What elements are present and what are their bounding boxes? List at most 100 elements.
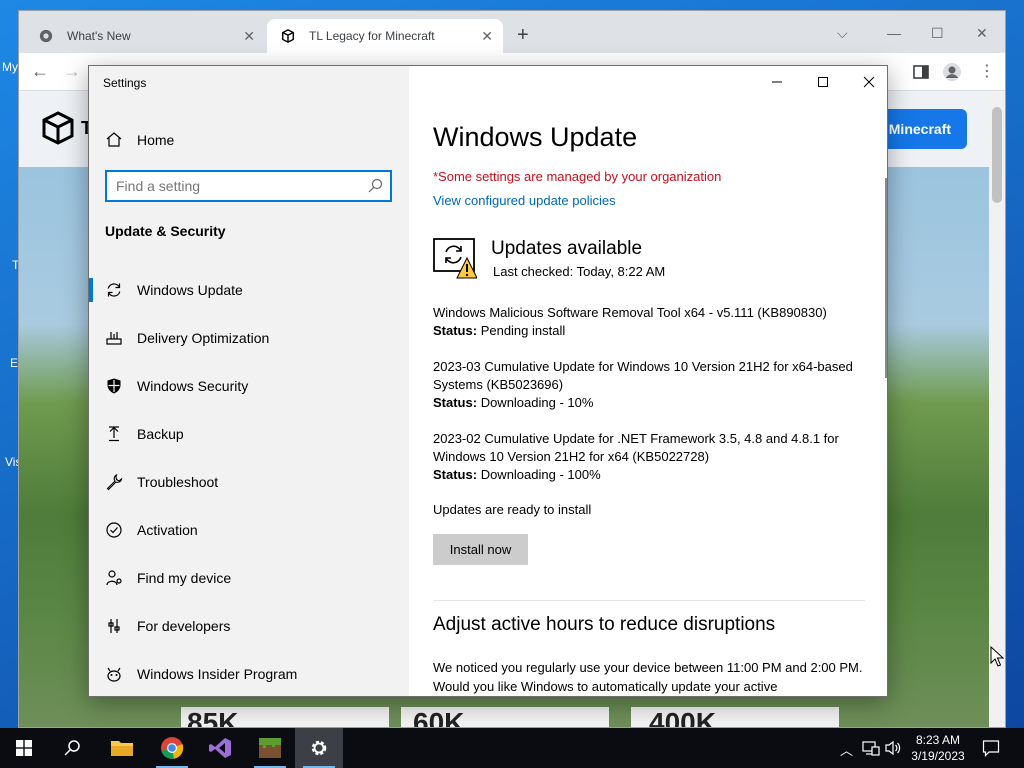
ready-to-install-text: Updates are ready to install: [433, 502, 592, 517]
refresh-icon: [107, 283, 121, 297]
status-label: Status:: [433, 323, 478, 338]
update-item: 2023-03 Cumulative Update for Windows 10…: [433, 358, 853, 412]
sidebar-icon[interactable]: [913, 64, 929, 80]
settings-main-pane: Windows Update *Some settings are manage…: [409, 66, 887, 696]
view-policies-link[interactable]: View configured update policies: [433, 193, 616, 208]
browser-tab-tl-legacy[interactable]: TL Legacy for Minecraft ✕: [267, 19, 503, 53]
stat-value: 60K: [413, 707, 465, 728]
minimize-icon[interactable]: —: [887, 25, 901, 41]
notification-icon[interactable]: [982, 739, 1000, 757]
stat-card: 400K: [631, 707, 839, 728]
update-status: Pending install: [480, 323, 566, 338]
active-hours-title: Adjust active hours to reduce disruption…: [433, 614, 776, 635]
sidebar-item-activation[interactable]: Activation: [105, 520, 395, 544]
update-name: 2023-03 Cumulative Update for Windows 10…: [433, 359, 853, 392]
taskbar-minecraft-launcher[interactable]: [246, 728, 294, 768]
sidebar-item-label: Activation: [137, 522, 198, 538]
scrollbar-thumb[interactable]: [992, 107, 1002, 203]
visual-studio-icon: [209, 738, 231, 758]
home-label: Home: [137, 132, 175, 148]
cube-icon: [282, 29, 294, 43]
taskbar-visual-studio[interactable]: [196, 728, 244, 768]
chrome-icon: [161, 737, 184, 759]
sidebar-item-delivery-optimization[interactable]: Delivery Optimization: [105, 328, 395, 352]
back-icon[interactable]: ←: [31, 61, 49, 82]
status-label: Status:: [433, 467, 478, 482]
update-name: 2023-02 Cumulative Update for .NET Frame…: [433, 431, 839, 464]
sidebar-item-backup[interactable]: Backup: [105, 424, 395, 448]
update-status: Downloading - 10%: [480, 395, 594, 410]
sidebar-item-label: For developers: [137, 618, 231, 634]
developer-icon: [108, 619, 120, 633]
start-button[interactable]: [0, 728, 48, 768]
minimize-icon[interactable]: [765, 74, 789, 90]
sidebar-item-label: Windows Insider Program: [137, 666, 298, 682]
stat-value: 400K: [649, 707, 716, 728]
divider: [433, 600, 865, 601]
more-menu-icon[interactable]: ⋮: [979, 61, 995, 81]
new-tab-icon[interactable]: +: [517, 25, 529, 45]
sidebar-item-for-developers[interactable]: For developers: [105, 616, 395, 640]
grass-block-icon: [259, 738, 281, 758]
taskbar-search-button[interactable]: [48, 728, 96, 768]
section-title: Update & Security: [105, 223, 226, 239]
clock-time: 8:23 AM: [915, 733, 961, 747]
volume-icon[interactable]: [885, 740, 901, 756]
maximize-icon[interactable]: [811, 74, 835, 90]
close-icon[interactable]: ✕: [976, 25, 988, 42]
stat-card: 85K: [181, 707, 389, 728]
desktop-icon-label[interactable]: My: [2, 60, 18, 74]
forward-icon[interactable]: →: [63, 61, 81, 82]
settings-window: Settings Home Update & Security Windows …: [88, 65, 888, 697]
person-pin-icon: [106, 570, 122, 586]
sidebar-item-windows-insider[interactable]: Windows Insider Program: [105, 664, 395, 688]
sidebar-item-troubleshoot[interactable]: Troubleshoot: [105, 472, 395, 496]
update-name: Windows Malicious Software Removal Tool …: [433, 305, 827, 320]
page-scrollbar[interactable]: [989, 91, 1005, 727]
update-item: Windows Malicious Software Removal Tool …: [433, 304, 853, 340]
desktop-icon-label[interactable]: E: [10, 356, 18, 370]
close-icon[interactable]: [857, 74, 881, 90]
last-checked-text: Last checked: Today, 8:22 AM: [493, 264, 666, 279]
chevron-down-icon[interactable]: ⌵: [837, 25, 848, 42]
pane-scrollbar[interactable]: [885, 178, 887, 378]
windows-logo-icon: [16, 740, 32, 756]
browser-tab-whats-new[interactable]: What's New ✕: [25, 19, 265, 53]
sidebar-item-windows-update[interactable]: Windows Update: [89, 278, 395, 304]
page-title: Windows Update: [433, 122, 638, 152]
search-field-container: [105, 170, 392, 202]
taskbar-chrome[interactable]: [148, 728, 196, 768]
insider-icon: [107, 667, 121, 682]
chevron-up-icon[interactable]: ︿: [840, 740, 853, 759]
browser-tabstrip: What's New ✕ TL Legacy for Minecraft ✕ +…: [19, 11, 1005, 53]
sidebar-item-find-my-device[interactable]: Find my device: [105, 568, 395, 592]
sidebar-item-windows-security[interactable]: Windows Security: [105, 376, 395, 400]
chrome-icon: [39, 29, 53, 43]
close-tab-icon[interactable]: ✕: [243, 19, 255, 53]
stat-card: 60K: [401, 707, 609, 728]
taskbar: ︿ 8:23 AM 3/19/2023: [0, 728, 1024, 768]
update-status: Downloading - 100%: [480, 467, 601, 482]
delivery-icon: [106, 332, 122, 345]
mouse-cursor-icon: [990, 646, 1004, 667]
network-icon[interactable]: [862, 740, 880, 756]
update-warning-icon: [433, 238, 477, 279]
install-now-button[interactable]: Install now: [433, 534, 528, 565]
cube-logo-icon[interactable]: [41, 111, 75, 145]
gear-icon: [311, 740, 327, 756]
window-title: Settings: [103, 76, 147, 90]
folder-icon: [111, 741, 133, 756]
maximize-icon[interactable]: ☐: [931, 25, 944, 42]
sidebar-item-label: Delivery Optimization: [137, 330, 270, 346]
profile-icon[interactable]: [942, 62, 962, 82]
search-icon: [368, 178, 383, 193]
check-circle-icon: [106, 522, 122, 538]
taskbar-settings[interactable]: [295, 728, 343, 768]
tab-label: What's New: [67, 29, 131, 43]
close-tab-icon[interactable]: ✕: [481, 19, 493, 53]
taskbar-clock[interactable]: 8:23 AM 3/19/2023: [906, 732, 970, 764]
active-hours-text: We noticed you regularly use your device…: [433, 660, 863, 694]
stat-value: 85K: [187, 707, 239, 728]
search-input[interactable]: [107, 172, 357, 200]
taskbar-file-explorer[interactable]: [98, 728, 146, 768]
